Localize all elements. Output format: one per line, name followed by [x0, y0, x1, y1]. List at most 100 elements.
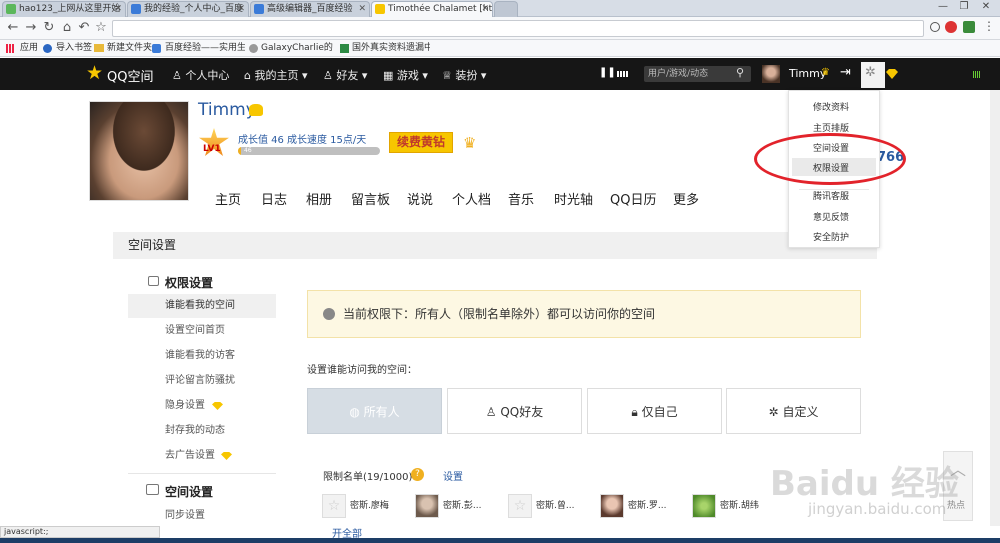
forward-icon[interactable]: → [23, 20, 39, 35]
growth-speed[interactable]: 成长速度 15点/天 [287, 131, 366, 146]
side-item-ad-removal[interactable]: 去广告设置 [128, 444, 276, 468]
baidu-watermark: Baidu 经验 [770, 464, 959, 504]
search-icon[interactable]: ⚲ [736, 66, 744, 79]
menu-feedback[interactable]: 意见反馈 [813, 210, 849, 223]
minimize-icon[interactable]: — [934, 0, 952, 14]
close-window-icon[interactable]: ✕ [977, 0, 995, 14]
restricted-person[interactable]: 密斯.胡纬 [720, 494, 759, 518]
side-item-who-can-view[interactable]: 谁能看我的空间 [128, 294, 276, 318]
bookmark-new-folder[interactable]: 新建文件夹 [107, 40, 152, 56]
option-custom[interactable]: ✲ 自定义 [726, 388, 861, 434]
nav-friends[interactable]: ♙ 好友 ▾ [323, 67, 367, 83]
pause-icon[interactable]: ❚❚ [599, 67, 616, 78]
close-tab-icon[interactable]: ✕ [237, 2, 245, 16]
subnav-shuoshuo[interactable]: 说说 [407, 189, 433, 208]
back-icon[interactable]: ← [5, 20, 21, 35]
side-item-stealth[interactable]: 隐身设置 [128, 394, 276, 418]
restricted-person[interactable]: 密斯.廖梅 [350, 494, 389, 518]
tab-hao123[interactable]: hao123_上网从这里开始 ✕ [2, 1, 126, 17]
restricted-person[interactable]: 密斯.曾... [536, 494, 574, 518]
restricted-person[interactable]: 密斯.彭... [443, 494, 481, 518]
growth-progress-fill [238, 147, 241, 155]
default-avatar-icon[interactable]: ☆ [508, 494, 532, 518]
menu-icon[interactable]: ⋮ [983, 19, 995, 33]
subnav-calendar[interactable]: QQ日历 [610, 189, 656, 208]
option-everyone[interactable]: ◍ 所有人 [307, 388, 442, 434]
baidu-paw-icon [152, 44, 161, 53]
progress-text: 46 [244, 147, 252, 154]
menu-security[interactable]: 安全防护 [813, 230, 849, 243]
subnav-blog[interactable]: 日志 [261, 189, 287, 208]
side-item-home-setting[interactable]: 设置空间首页 [128, 319, 276, 343]
profile-name[interactable]: Timmy [198, 100, 256, 120]
extension-icon[interactable] [963, 21, 975, 33]
hao123-icon [6, 4, 16, 14]
close-tab-icon[interactable]: ✕ [114, 2, 122, 16]
os-taskbar [0, 538, 1000, 543]
option-only-me[interactable]: 🔒︎ 仅自己 [587, 388, 722, 434]
nav-games[interactable]: ▦ 游戏 ▾ [383, 67, 428, 83]
person-avatar[interactable] [415, 494, 439, 518]
location-icon[interactable] [930, 22, 940, 32]
maximize-icon[interactable]: ❐ [955, 0, 973, 14]
star-icon[interactable]: ☆ [93, 20, 109, 35]
tab-editor[interactable]: 高级编辑器_百度经验 ✕ [250, 1, 370, 17]
subnav-music[interactable]: 音乐 [508, 189, 534, 208]
subnav-timeline[interactable]: 时光轴 [554, 189, 593, 208]
qzone-logo[interactable]: QQ空间 [107, 66, 153, 85]
avatar-small[interactable] [762, 65, 780, 83]
option-qq-friends[interactable]: ♙ QQ好友 [447, 388, 582, 434]
address-bar-row: ← → ↻ ⌂ ↶ ☆ ⋮ [0, 17, 1000, 40]
restrict-list-label: 限制名单(19/1000) [323, 472, 413, 483]
bookmark-import[interactable]: 导入书签 [56, 40, 92, 56]
subnav-more[interactable]: 更多 [673, 189, 699, 208]
side-item-archive[interactable]: 封存我的动态 [128, 419, 276, 443]
subnav-album[interactable]: 相册 [306, 189, 332, 208]
growth-value[interactable]: 成长值 46 [238, 131, 284, 146]
subnav-home[interactable]: 主页 [215, 189, 241, 208]
default-avatar-icon[interactable]: ☆ [322, 494, 346, 518]
side-item-sync[interactable]: 同步设置 [128, 504, 276, 528]
annotation-circle [754, 133, 906, 185]
subnav-profile[interactable]: 个人档 [452, 189, 491, 208]
extension-icon[interactable] [945, 21, 957, 33]
menu-customer-service[interactable]: 腾讯客服 [813, 189, 849, 202]
undo-icon[interactable]: ↶ [76, 20, 92, 35]
restrict-settings-link[interactable]: 设置 [443, 468, 463, 483]
baidu-paw-icon [254, 4, 264, 14]
folder-icon [94, 44, 104, 52]
home-icon[interactable]: ⌂ [59, 20, 75, 35]
new-tab-button[interactable] [494, 1, 518, 17]
lock-icon [148, 276, 159, 286]
baidu-paw-icon [131, 4, 141, 14]
url-field[interactable] [112, 20, 924, 37]
nav-personal-center[interactable]: ♙ 个人中心 [172, 67, 229, 83]
help-icon[interactable]: ? [411, 468, 424, 481]
bookmark-apps[interactable]: 应用 [20, 40, 38, 56]
nav-my-home[interactable]: ⌂ 我的主页 ▾ [244, 67, 308, 83]
logout-icon[interactable]: ⇥ [840, 65, 851, 80]
reload-icon[interactable]: ↻ [41, 20, 57, 35]
profile-avatar[interactable] [89, 101, 189, 201]
side-item-anti-harass[interactable]: 评论留言防骚扰 [128, 369, 276, 393]
crown-icon[interactable]: ♛ [463, 134, 476, 152]
restricted-person[interactable]: 密斯.罗... [628, 494, 666, 518]
bookmark-foreign[interactable]: 国外真实资料遗漏中 [352, 40, 430, 56]
tab-qzone[interactable]: Timothée Chalamet [htt ✕ [371, 1, 493, 17]
person-avatar[interactable] [692, 494, 716, 518]
browser-tab-bar: hao123_上网从这里开始 ✕ 我的经验_个人中心_百度 ✕ 高级编辑器_百度经验… [0, 0, 1000, 17]
close-tab-icon[interactable]: ✕ [481, 2, 489, 16]
subnav-guestbook[interactable]: 留言板 [351, 189, 390, 208]
side-item-visitors[interactable]: 谁能看我的访客 [128, 344, 276, 368]
bookmark-galaxycharlie[interactable]: GalaxyCharlie的个人 [261, 40, 333, 56]
bookmark-baidu-jingyan[interactable]: 百度经验——实用生 [165, 40, 245, 56]
menu-edit-profile[interactable]: 修改资料 [813, 100, 849, 113]
tab-my-jingyan[interactable]: 我的经验_个人中心_百度 ✕ [127, 1, 249, 17]
person-avatar[interactable] [600, 494, 624, 518]
renew-vip-button[interactable]: 续费黄钻 [389, 132, 453, 153]
close-tab-icon[interactable]: ✕ [358, 2, 366, 16]
search-input[interactable]: 用户/游戏/动态 [644, 66, 751, 82]
scrollbar[interactable] [990, 90, 1000, 526]
diamond-icon[interactable] [886, 69, 898, 79]
nav-dressup[interactable]: ♕ 装扮 ▾ [442, 67, 486, 83]
